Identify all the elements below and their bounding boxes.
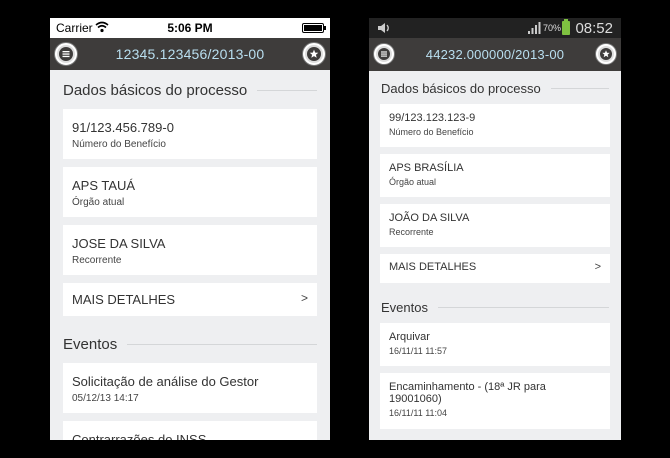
info-card-appellant: JOSE DA SILVA Recorrente — [63, 225, 317, 275]
section-title-text: Dados básicos do processo — [381, 81, 541, 96]
card-primary: JOSE DA SILVA — [72, 236, 166, 251]
app-header: 12345.123456/2013-00 — [50, 38, 330, 70]
event-date: 16/11/11 11:04 — [389, 408, 448, 418]
divider — [437, 307, 609, 308]
card-secondary: Recorrente — [72, 255, 122, 266]
event-card[interactable]: Contrarrazões do INSS — [63, 421, 317, 440]
more-details-label: MAIS DETALHES — [389, 261, 477, 273]
more-details-label: MAIS DETALHES — [72, 292, 176, 307]
section-title-text: Eventos — [63, 336, 118, 353]
event-card[interactable]: Arquivar 16/11/11 11:57 — [380, 323, 610, 366]
favorite-button[interactable] — [596, 44, 616, 64]
event-title: Solicitação de análise do Gestor — [72, 374, 259, 389]
event-date: 16/11/11 11:57 — [389, 346, 448, 356]
event-title: Encaminhamento - (18ª JR para 19001060) — [389, 381, 546, 405]
more-details-button[interactable]: MAIS DETALHES > — [380, 254, 610, 283]
divider — [257, 90, 317, 91]
card-primary: APS BRASÍLIA — [389, 162, 464, 174]
event-title: Arquivar — [389, 331, 430, 343]
info-card-benefit: 99/123.123.123-9 Número do Benefício — [380, 104, 610, 147]
section-title-events: Eventos — [369, 290, 621, 323]
info-card-organ: APS BRASÍLIA Órgão atual — [380, 154, 610, 197]
star-icon — [600, 48, 612, 60]
event-card[interactable]: Encaminhamento - (18ª JR para 19001060) … — [380, 373, 610, 429]
section-title-basic: Dados básicos do processo — [50, 70, 330, 109]
battery-percent: 70% — [543, 23, 562, 33]
star-icon — [307, 47, 321, 61]
section-title-text: Dados básicos do processo — [63, 82, 248, 99]
event-card[interactable]: Solicitação de análise do Gestor 05/12/1… — [63, 363, 317, 413]
favorite-button[interactable] — [303, 43, 325, 65]
card-secondary: Órgão atual — [72, 197, 125, 208]
section-title-events: Eventos — [50, 324, 330, 363]
section-title-text: Eventos — [381, 300, 428, 315]
volume-icon — [378, 23, 389, 33]
event-title: Contrarrazões do INSS — [72, 432, 207, 440]
card-primary: 99/123.123.123-9 — [389, 112, 476, 124]
info-card-organ: APS TAUÁ Órgão atual — [63, 167, 317, 217]
ios-status-bar: Carrier 5:06 PM — [50, 18, 330, 38]
content: Dados básicos do processo 99/123.123.123… — [369, 71, 621, 429]
info-card-appellant: JOÃO DA SILVA Recorrente — [380, 204, 610, 247]
chevron-right-icon: > — [300, 291, 308, 305]
chevron-right-icon: > — [594, 261, 601, 273]
process-number-title: 44232.000000/2013-00 — [425, 47, 565, 62]
battery-icon — [302, 23, 326, 33]
card-primary: JOÃO DA SILVA — [389, 212, 470, 224]
battery-icon — [562, 19, 570, 35]
signal-icon — [528, 22, 541, 34]
android-screen: 70% 08:52 44232.000000/2013-00 Dados bás… — [369, 18, 621, 440]
content: Dados básicos do processo 91/123.456.789… — [50, 70, 330, 440]
event-date: 05/12/13 14:17 — [72, 393, 139, 404]
status-time: 08:52 — [575, 20, 613, 37]
process-number-title: 12345.123456/2013-00 — [115, 46, 265, 62]
status-time: 5:06 PM — [167, 21, 213, 35]
divider — [550, 88, 609, 89]
ios-screen: Carrier 5:06 PM 12345.123456/2013-00 Dad… — [50, 18, 330, 440]
app-header: 44232.000000/2013-00 — [369, 38, 621, 71]
section-title-basic: Dados básicos do processo — [369, 71, 621, 104]
card-secondary: Número do Benefício — [72, 139, 166, 150]
android-status-bar: 70% 08:52 — [369, 18, 621, 38]
info-card-benefit: 91/123.456.789-0 Número do Benefício — [63, 109, 317, 159]
card-primary: APS TAUÁ — [72, 178, 136, 193]
divider — [127, 344, 317, 345]
card-primary: 91/123.456.789-0 — [72, 120, 174, 135]
card-secondary: Número do Benefício — [389, 127, 474, 137]
card-secondary: Recorrente — [389, 227, 434, 237]
card-secondary: Órgão atual — [389, 177, 437, 187]
more-details-button[interactable]: MAIS DETALHES > — [63, 283, 317, 316]
